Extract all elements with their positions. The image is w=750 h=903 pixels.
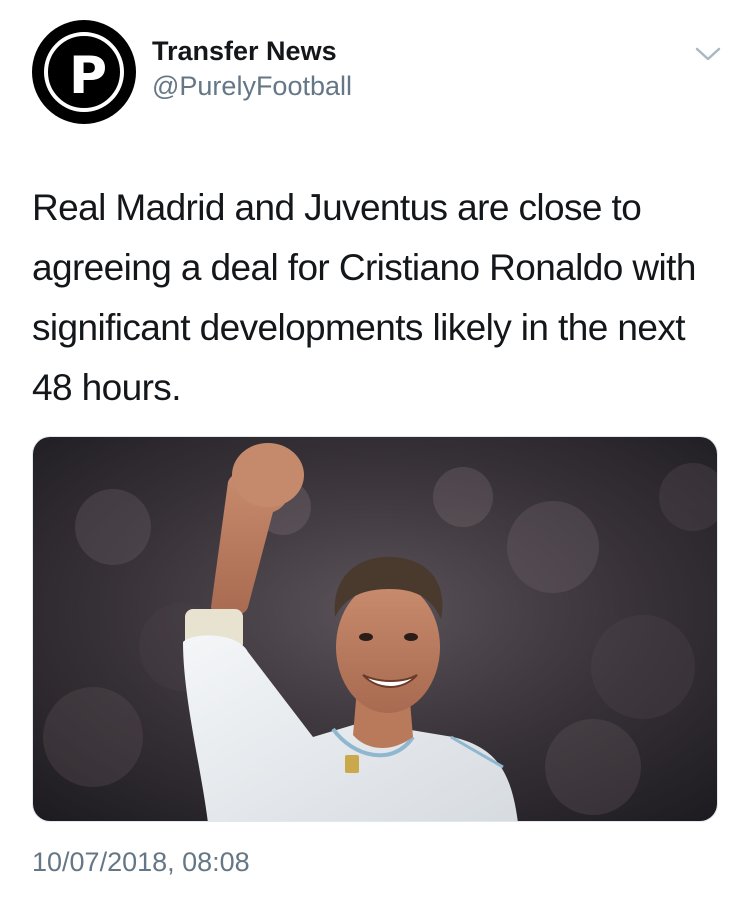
tweet-timestamp[interactable]: 10/07/2018, 08:08 [32,845,250,879]
author-display-name[interactable]: Transfer News [152,34,352,68]
tweet-card: P Transfer News @PurelyFootball Real Mad… [0,0,750,903]
tweet-photo[interactable] [32,436,718,822]
chevron-down-icon[interactable] [694,44,722,64]
tweet-text: Real Madrid and Juventus are close to ag… [32,187,696,408]
author-handle[interactable]: @PurelyFootball [152,68,352,104]
profile-avatar[interactable]: P [32,20,136,124]
logo-p-icon: P [44,32,124,112]
avatar-letter: P [68,46,108,106]
author-info[interactable]: Transfer News @PurelyFootball [152,34,352,104]
